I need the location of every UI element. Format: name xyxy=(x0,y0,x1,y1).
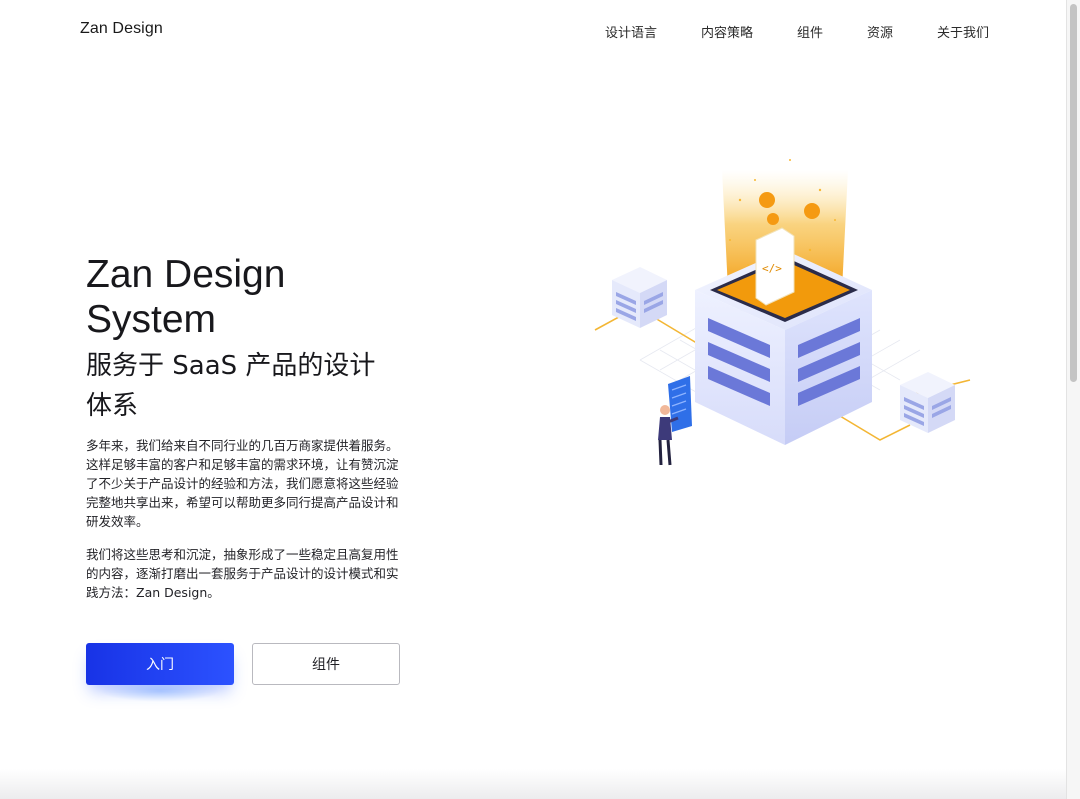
code-document-icon: </> xyxy=(755,227,795,306)
hero-subtitle-line-1: 服务于 SaaS 产品的设计 xyxy=(86,351,376,381)
hero-title: Zan Design System xyxy=(86,252,406,342)
person-figure xyxy=(658,376,692,466)
hero-subtitle-line-2: 体系 xyxy=(86,391,139,421)
hero-paragraph-2: 我们将这些思考和沉淀，抽象形成了一些稳定且高复用性的内容，逐渐打磨出一套服务于产… xyxy=(86,547,399,600)
vertical-scrollbar[interactable] xyxy=(1066,0,1080,799)
small-server-left xyxy=(612,267,667,328)
hero-illustration: </> xyxy=(594,159,971,466)
nav-design-language[interactable]: 设计语言 xyxy=(605,22,657,41)
nav-content-strategy[interactable]: 内容策略 xyxy=(701,22,753,41)
scrollbar-thumb[interactable] xyxy=(1070,4,1077,382)
hero-title-line-1: Zan Design xyxy=(86,253,286,296)
top-nav: 设计语言 内容策略 组件 资源 关于我们 xyxy=(0,22,1066,41)
hero-paragraph-1: 多年来，我们给来自不同行业的几百万商家提供着服务。这样足够丰富的客户和足够丰富的… xyxy=(86,438,399,529)
code-glyph: </> xyxy=(762,262,782,275)
hero-title-line-2: System xyxy=(86,298,217,341)
get-started-button[interactable]: 入门 xyxy=(86,643,234,685)
nav-about-us[interactable]: 关于我们 xyxy=(937,22,989,41)
nav-resources[interactable]: 资源 xyxy=(867,22,893,41)
components-button[interactable]: 组件 xyxy=(252,643,400,685)
hero-subtitle: 服务于 SaaS 产品的设计 体系 xyxy=(86,346,406,426)
small-server-right xyxy=(900,372,955,433)
page: Zan Design 设计语言 内容策略 组件 资源 关于我们 Zan Desi… xyxy=(0,0,1066,799)
nav-components[interactable]: 组件 xyxy=(797,22,823,41)
